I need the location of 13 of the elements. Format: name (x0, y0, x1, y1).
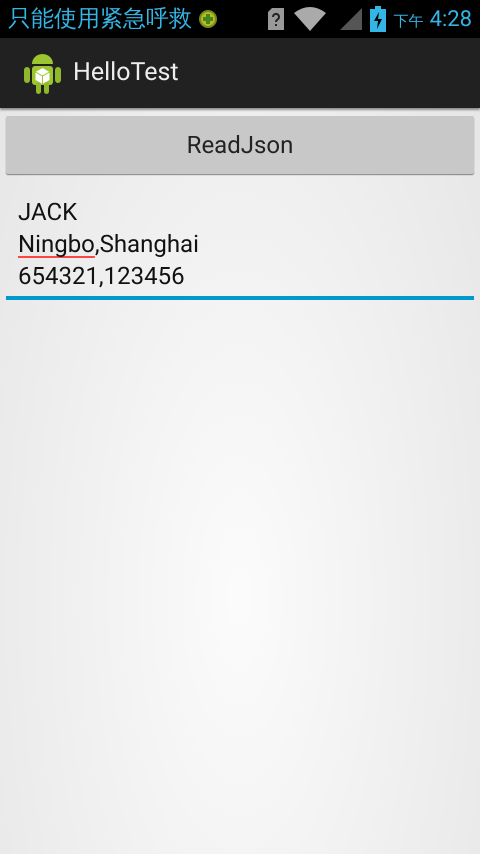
time-period: 下午 (394, 10, 424, 32)
wifi-icon (294, 7, 326, 31)
signal-icon (340, 8, 362, 30)
text-line: 654321,123456 (18, 261, 186, 292)
read-json-button[interactable]: ReadJson (6, 116, 474, 174)
text-line: JACK (18, 197, 78, 228)
text-field[interactable]: JACK Ningbo,Shanghai 654321,123456 (6, 192, 474, 300)
android-robot-icon (24, 52, 61, 94)
sim-card-icon (268, 8, 284, 30)
app-title: HelloTest (73, 57, 179, 90)
status-notification: 只能使用紧急呼救 (8, 8, 192, 30)
text-line: Ningbo,Shanghai (18, 229, 200, 260)
clock-time: 4:28 (430, 6, 472, 34)
